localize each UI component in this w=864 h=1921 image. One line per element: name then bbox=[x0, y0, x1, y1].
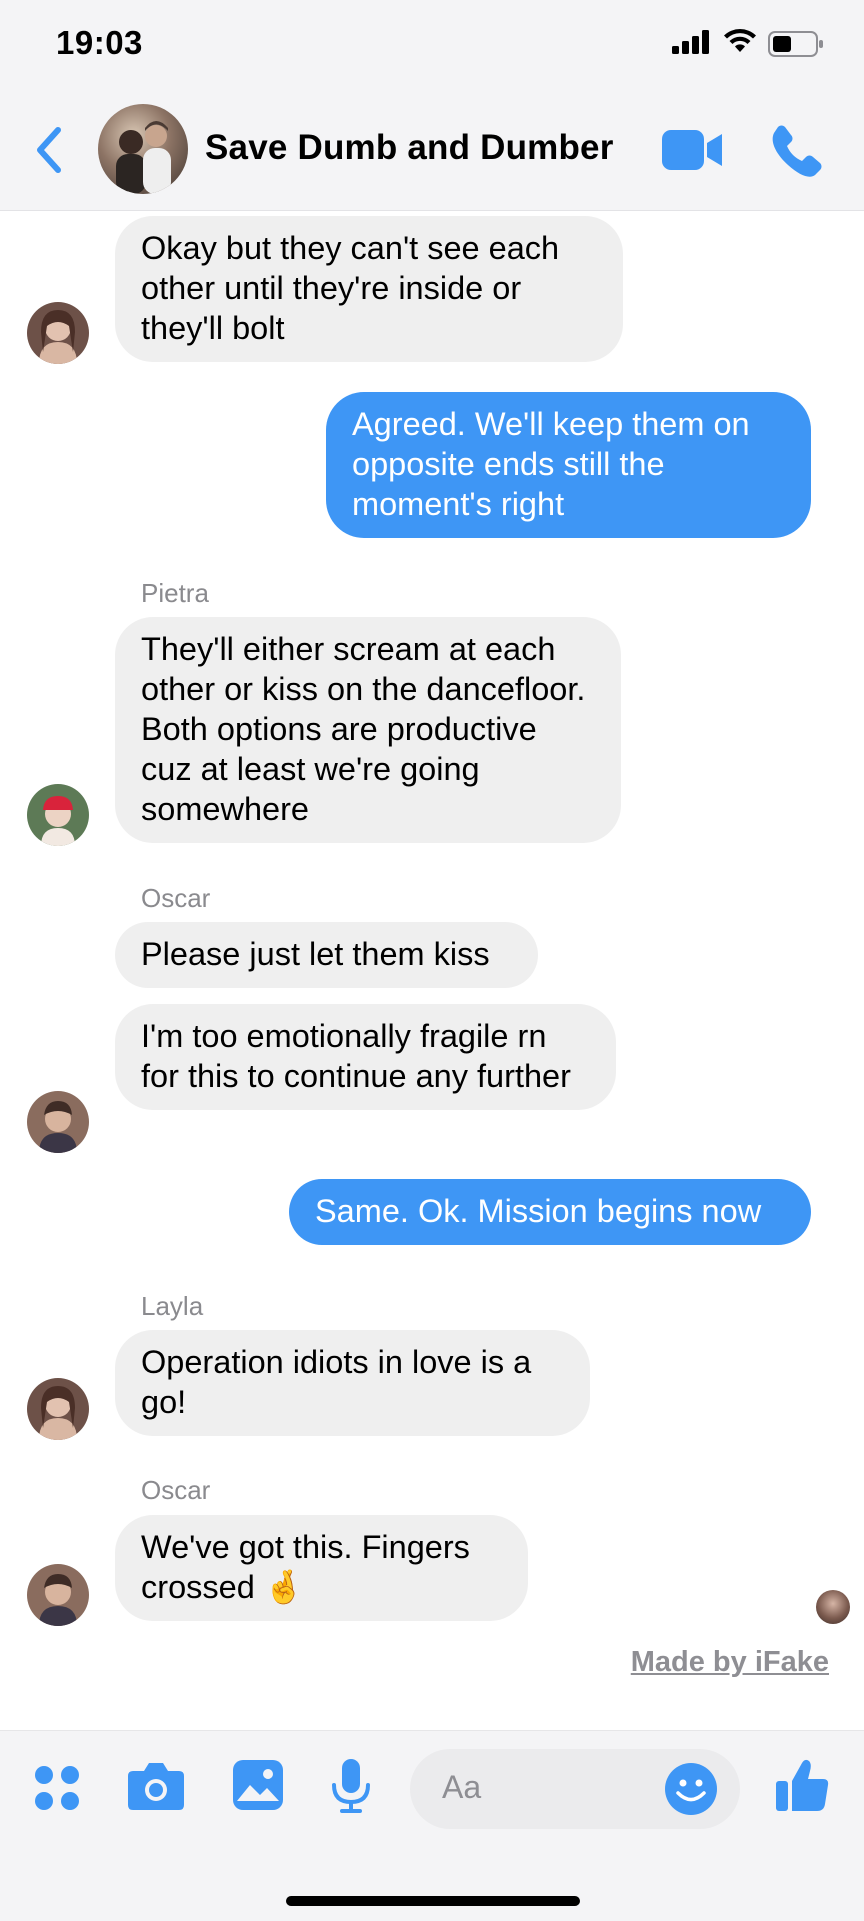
emoji-icon[interactable] bbox=[664, 1762, 718, 1816]
message-input[interactable]: Aa bbox=[410, 1749, 740, 1829]
phone-icon[interactable] bbox=[766, 124, 822, 178]
message-bubble-incoming[interactable]: Please just let them kiss bbox=[115, 922, 538, 988]
camera-icon[interactable] bbox=[127, 1761, 185, 1811]
chat-header: Save Dumb and Dumber bbox=[0, 92, 864, 211]
message-bubble-incoming[interactable]: Okay but they can't see each other until… bbox=[115, 216, 623, 362]
crossed-fingers-emoji: 🤞 bbox=[263, 1569, 305, 1605]
avatar[interactable] bbox=[27, 1091, 89, 1153]
message-bubble-incoming[interactable]: They'll either scream at each other or k… bbox=[115, 617, 621, 843]
status-time: 19:03 bbox=[56, 24, 143, 61]
wifi-icon bbox=[724, 29, 756, 52]
apps-icon[interactable] bbox=[34, 1765, 80, 1811]
sender-name: Oscar bbox=[141, 1475, 211, 1505]
avatar[interactable] bbox=[27, 1378, 89, 1440]
message-bubble-incoming[interactable]: I'm too emotionally fragile rn for this … bbox=[115, 1004, 616, 1110]
home-indicator[interactable] bbox=[286, 1896, 580, 1906]
message-bubble-incoming[interactable]: Operation idiots in love is a go! bbox=[115, 1330, 590, 1436]
message-text: We've got this. Fingers crossed bbox=[141, 1529, 470, 1605]
status-bar: 19:03 bbox=[0, 0, 864, 92]
thumbs-up-icon[interactable] bbox=[774, 1757, 830, 1813]
group-avatar[interactable] bbox=[98, 104, 188, 194]
watermark[interactable]: Made by iFake bbox=[631, 1646, 829, 1679]
video-call-icon[interactable] bbox=[662, 128, 724, 172]
avatar[interactable] bbox=[27, 302, 89, 364]
composer-bar: Aa bbox=[0, 1730, 864, 1921]
battery-icon bbox=[768, 31, 823, 57]
gallery-icon[interactable] bbox=[232, 1759, 284, 1811]
avatar[interactable] bbox=[27, 1564, 89, 1626]
sender-name: Oscar bbox=[141, 883, 211, 913]
signal-icon bbox=[672, 30, 709, 54]
message-input-placeholder: Aa bbox=[442, 1769, 482, 1805]
message-bubble-outgoing[interactable]: Agreed. We'll keep them on opposite ends… bbox=[326, 392, 811, 538]
sender-name: Pietra bbox=[141, 578, 209, 608]
sender-name: Layla bbox=[141, 1291, 204, 1321]
message-bubble-outgoing[interactable]: Same. Ok. Mission begins now bbox=[289, 1179, 811, 1245]
microphone-icon[interactable] bbox=[330, 1759, 372, 1815]
message-bubble-incoming[interactable]: We've got this. Fingers crossed 🤞 bbox=[115, 1515, 528, 1621]
read-receipt-avatar bbox=[816, 1590, 850, 1624]
avatar[interactable] bbox=[27, 784, 89, 846]
back-chevron-icon[interactable] bbox=[30, 122, 70, 178]
chat-title[interactable]: Save Dumb and Dumber bbox=[205, 128, 614, 168]
